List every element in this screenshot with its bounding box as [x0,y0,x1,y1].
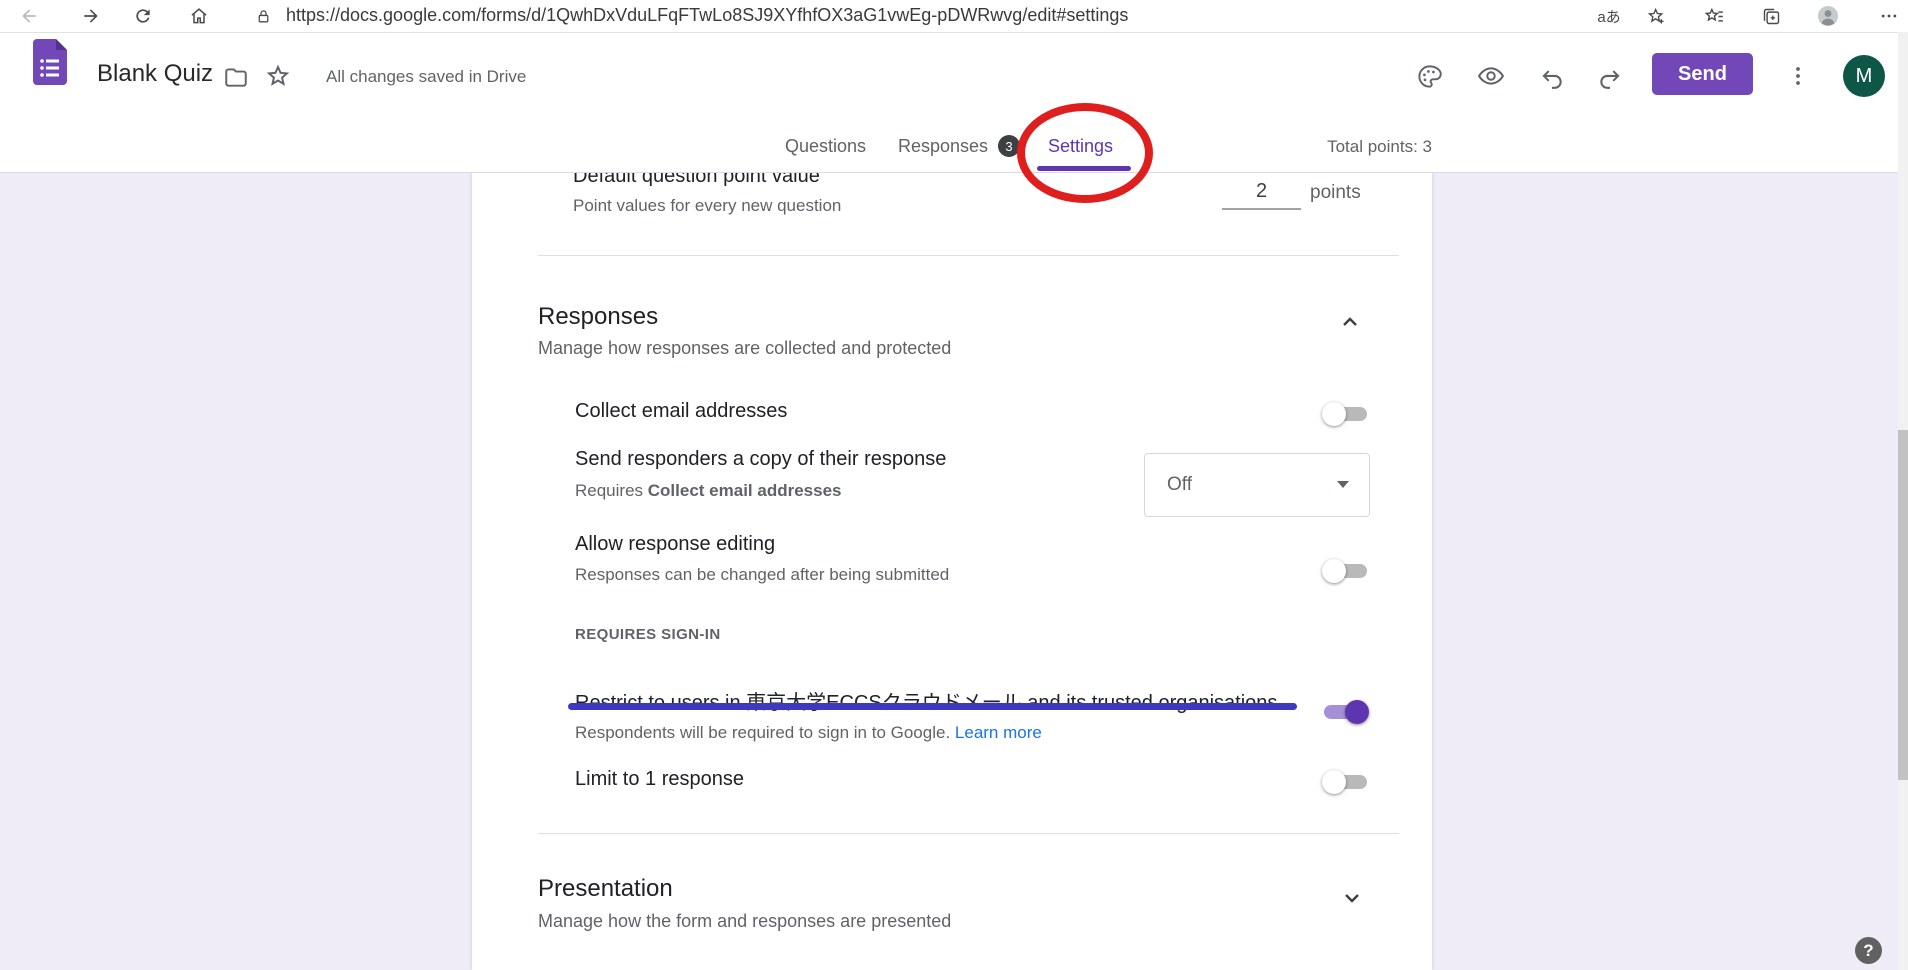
browser-chrome: https://docs.google.com/forms/d/1QwhDxVd… [0,0,1908,33]
expand-chevron-icon[interactable] [1340,886,1364,910]
restrict-users-label: Restrict to users in 東京大学ECCSクラウドメール and… [575,686,1277,715]
collect-email-toggle[interactable] [1322,402,1369,426]
restrict-users-desc: Respondents will be required to sign in … [575,723,1042,743]
send-copy-desc-bold: Collect email addresses [648,481,842,500]
collect-email-label: Collect email addresses [575,400,787,423]
app-header: Blank Quiz All changes saved in Drive Se… [0,32,1908,173]
tab-questions[interactable]: Questions [785,136,866,157]
total-points: Total points: 3 [1280,137,1432,157]
star-icon[interactable] [264,62,292,90]
preview-eye-icon[interactable] [1477,62,1505,90]
responses-section-title: Responses [538,303,658,331]
point-value-input[interactable]: 2 [1222,176,1301,210]
forward-icon[interactable] [79,4,103,28]
home-icon[interactable] [187,4,211,28]
send-copy-desc-prefix: Requires [575,481,648,500]
theme-palette-icon[interactable] [1415,62,1443,90]
back-icon[interactable] [17,4,41,28]
toggle-thumb [1322,770,1346,794]
presentation-section-title: Presentation [538,875,673,903]
points-unit-label: points [1310,182,1361,204]
allow-edit-toggle[interactable] [1322,559,1369,583]
help-icon[interactable]: ? [1855,937,1882,964]
collections-icon[interactable] [1759,4,1783,28]
toggle-thumb [1345,700,1369,724]
section-divider [538,833,1399,834]
send-copy-desc: Requires Collect email addresses [575,481,841,501]
section-divider [538,255,1399,256]
send-copy-label: Send responders a copy of their response [575,448,946,471]
saved-status: All changes saved in Drive [326,67,526,87]
refresh-icon[interactable] [131,4,155,28]
restrict-users-toggle[interactable] [1322,700,1369,724]
add-favorite-icon[interactable] [1644,4,1668,28]
learn-more-link[interactable]: Learn more [955,723,1042,742]
undo-icon[interactable] [1538,63,1566,91]
translate-icon[interactable]: aあ [1597,4,1621,28]
dropdown-caret-icon [1337,481,1349,488]
restrict-desc-text: Respondents will be required to sign in … [575,723,955,742]
allow-edit-desc: Responses can be changed after being sub… [575,565,949,585]
presentation-section-desc: Manage how the form and responses are pr… [538,911,951,932]
account-avatar[interactable]: M [1843,55,1885,97]
send-copy-dropdown[interactable]: Off [1144,453,1370,517]
redo-icon[interactable] [1596,63,1624,91]
favorites-bar-icon[interactable] [1702,4,1726,28]
scrollbar-thumb[interactable] [1898,430,1908,780]
address-bar[interactable]: https://docs.google.com/forms/d/1QwhDxVd… [286,5,1128,26]
settings-card: Default question point value Point value… [472,172,1432,970]
requires-signin-heading: REQUIRES SIGN-IN [575,626,721,643]
lock-icon[interactable] [251,4,275,28]
collapse-chevron-icon[interactable] [1338,310,1362,334]
allow-edit-label: Allow response editing [575,533,775,556]
limit-response-label: Limit to 1 response [575,768,744,791]
blue-underline-annotation [568,703,1297,710]
forms-logo-icon[interactable] [33,39,67,85]
toggle-thumb [1322,402,1346,426]
send-button[interactable]: Send [1652,53,1753,95]
toggle-thumb [1322,559,1346,583]
red-circle-annotation [1017,103,1153,203]
dropdown-value: Off [1167,474,1192,496]
kebab-menu-icon[interactable] [1784,62,1812,90]
scrollbar-track[interactable] [1898,32,1908,970]
default-point-value-desc: Point values for every new question [573,196,841,216]
page-background: Default question point value Point value… [0,172,1908,970]
responses-section-desc: Manage how responses are collected and p… [538,338,951,359]
more-menu-icon[interactable] [1877,4,1901,28]
tab-responses[interactable]: Responses [898,136,988,157]
limit-response-toggle[interactable] [1322,770,1369,794]
form-title[interactable]: Blank Quiz [97,60,213,88]
profile-icon[interactable] [1816,4,1840,28]
move-folder-icon[interactable] [222,63,250,91]
